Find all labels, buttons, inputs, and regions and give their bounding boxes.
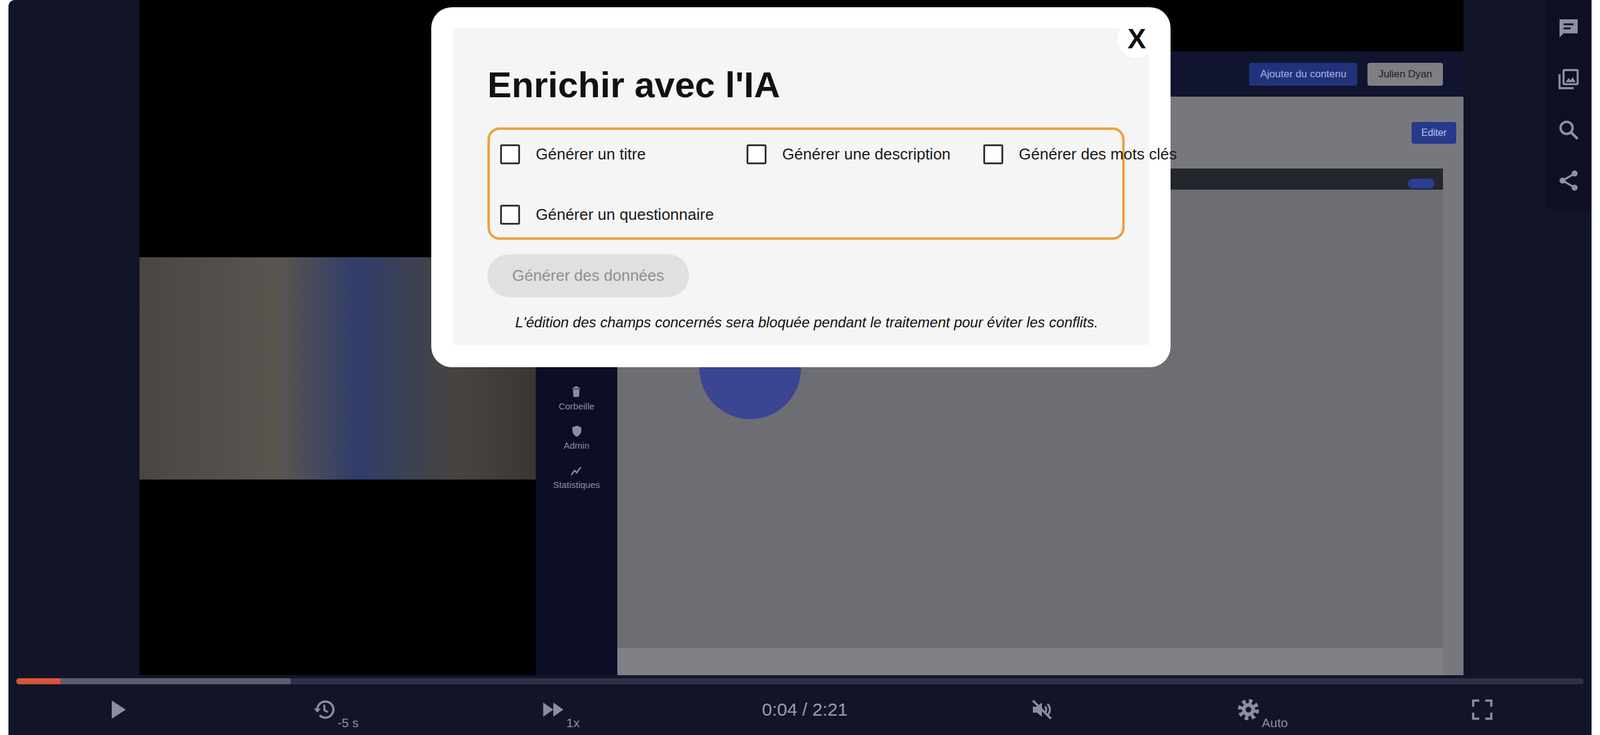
option-checkbox[interactable]: Générer un questionnaire	[500, 202, 714, 227]
fullscreen-icon	[1470, 697, 1495, 722]
settings-button[interactable]: Auto	[1236, 697, 1288, 722]
progress-bar[interactable]	[16, 678, 1584, 685]
checkbox[interactable]	[983, 144, 1004, 165]
options-group: Générer un titre Générer une description…	[487, 127, 1125, 240]
generate-button[interactable]: Générer des données	[487, 254, 690, 298]
play-button[interactable]	[105, 697, 130, 722]
control-bar: -5 s 1x 0:04 / 2:21 Auto	[8, 684, 1592, 735]
speed-icon	[541, 697, 566, 722]
header-button: Julien Dyan	[1367, 62, 1443, 86]
play-icon	[105, 697, 130, 722]
gallery-icon[interactable]	[1556, 67, 1581, 92]
video-player: Ajouter du contenuJulien Dyan Corbeille …	[8, 0, 1592, 735]
mute-button[interactable]	[1029, 697, 1054, 722]
edit-button: Editer	[1411, 122, 1457, 144]
nav-item: Corbeille	[558, 385, 595, 412]
trash-icon	[569, 385, 583, 399]
checkbox[interactable]	[500, 144, 521, 165]
stats-icon	[569, 463, 583, 478]
admin-icon	[570, 424, 584, 438]
nav-item: Statistiques	[553, 463, 601, 490]
nav-item: Admin	[563, 424, 590, 451]
settings-icon	[1236, 697, 1261, 722]
checkbox[interactable]	[500, 204, 521, 225]
fullscreen-button[interactable]	[1470, 697, 1495, 722]
rewind-icon	[312, 697, 337, 722]
speed-button[interactable]: 1x	[541, 697, 580, 722]
rewind-button[interactable]: -5 s	[312, 697, 359, 722]
option-checkbox[interactable]: Générer des mots clés	[983, 141, 1178, 167]
close-button[interactable]: X	[1117, 19, 1157, 58]
dialog-title: Enrichir avec l'IA	[487, 63, 1125, 107]
time-display: 0:04 / 2:21	[762, 699, 849, 720]
checkbox[interactable]	[746, 144, 767, 165]
chat-icon[interactable]	[1556, 16, 1581, 41]
mute-icon	[1029, 697, 1054, 722]
info-note: L'édition des champs concernés sera bloq…	[487, 312, 1125, 332]
share-icon[interactable]	[1556, 168, 1581, 193]
option-checkbox[interactable]: Générer un titre	[500, 141, 714, 167]
header-button: Ajouter du contenu	[1249, 62, 1358, 86]
ai-enrich-dialog: Enrichir avec l'IA Générer un titre Géné…	[431, 7, 1171, 368]
side-actions	[1545, 0, 1592, 211]
search-icon[interactable]	[1556, 117, 1581, 142]
option-checkbox[interactable]: Générer une description	[746, 141, 951, 167]
